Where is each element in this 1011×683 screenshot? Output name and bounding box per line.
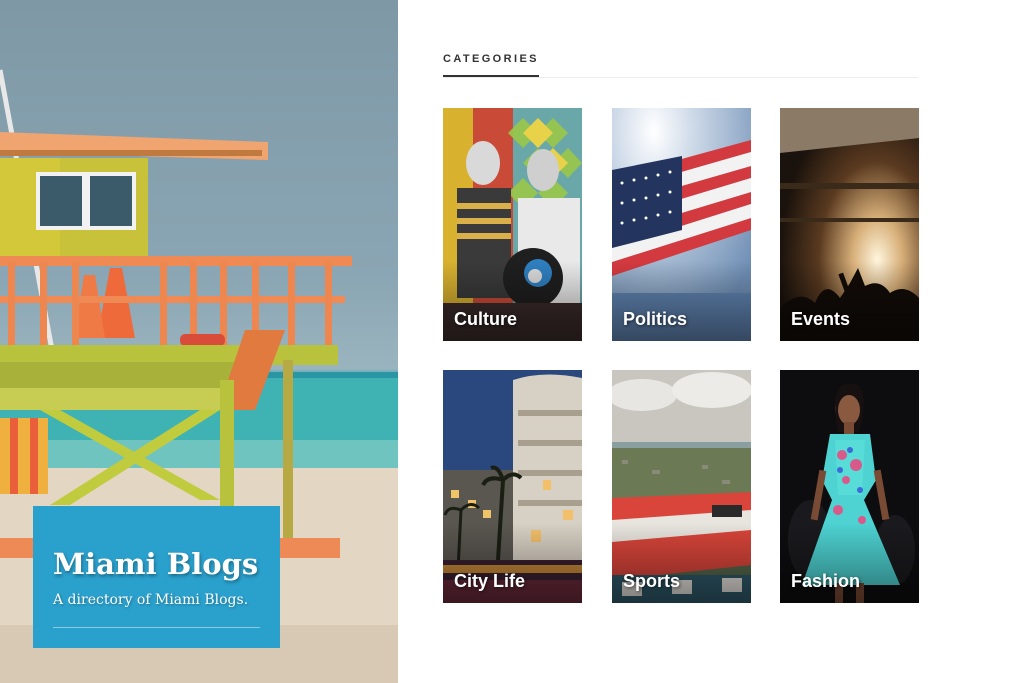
category-tile-events[interactable]: Events <box>780 108 919 341</box>
site-tagline: A directory of Miami Blogs. <box>53 592 249 608</box>
category-tile-culture[interactable]: Culture <box>443 108 582 341</box>
section-header: CATEGORIES <box>443 52 918 78</box>
category-tile-fashion[interactable]: Fashion <box>780 370 919 603</box>
section-title: CATEGORIES <box>443 52 539 77</box>
hero-panel: Miami Blogs A directory of Miami Blogs. <box>0 0 398 683</box>
category-tile-politics[interactable]: Politics <box>612 108 751 341</box>
category-label: Sports <box>623 571 681 591</box>
site-title[interactable]: Miami Blogs <box>53 546 260 582</box>
category-tile-sports[interactable]: Sports <box>612 370 751 603</box>
categories-section: CATEGORIES Culture Politics Events City … <box>443 0 919 683</box>
category-label: Culture <box>454 309 517 329</box>
divider <box>53 627 260 628</box>
category-label: City Life <box>454 571 526 591</box>
category-label: Events <box>791 309 851 329</box>
category-tile-city-life[interactable]: City Life <box>443 370 582 603</box>
category-label: Politics <box>623 309 688 329</box>
category-label: Fashion <box>791 571 861 591</box>
site-brand-box: Miami Blogs A directory of Miami Blogs. <box>33 506 280 648</box>
